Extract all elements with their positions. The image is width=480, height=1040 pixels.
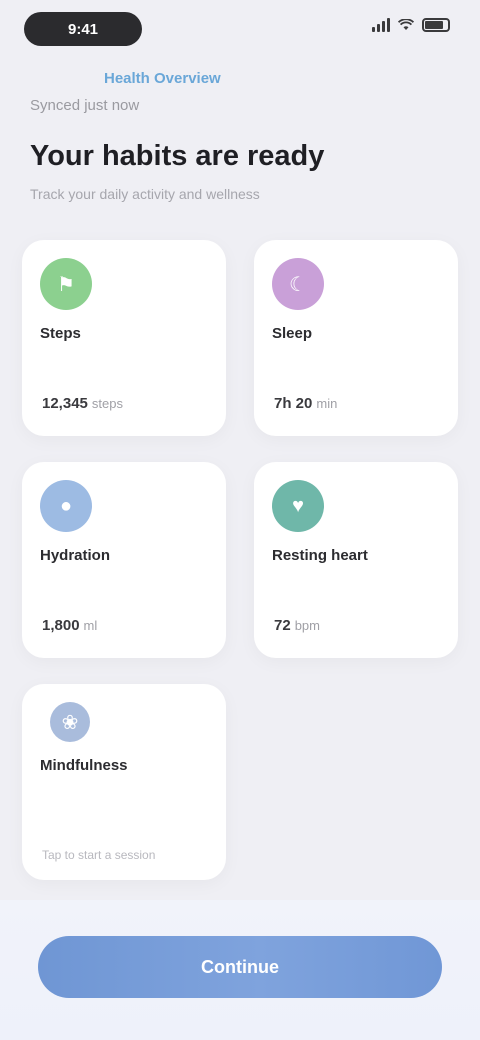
card-title: Steps: [40, 325, 81, 342]
page-title: Your habits are ready: [30, 140, 325, 172]
card-unit: steps: [91, 396, 123, 411]
wifi-icon: [398, 19, 414, 30]
app-screen: 9:41 Health Overview Synced just now You…: [0, 0, 480, 1040]
card-hydration[interactable]: ● Hydration 1,800 ml: [22, 462, 226, 658]
header-eyebrow[interactable]: Health Overview: [30, 68, 450, 90]
card-value-number: 7h 20: [274, 395, 313, 412]
card-value: 7h 20 min: [274, 395, 337, 412]
card-footer: Tap to start a session: [42, 848, 156, 862]
continue-button[interactable]: Continue: [38, 936, 442, 998]
card-sleep[interactable]: ☾ Sleep 7h 20 min: [254, 240, 458, 436]
card-title: Sleep: [272, 325, 313, 342]
heart-icon: ♥: [272, 480, 324, 532]
card-value-number: 1,800: [42, 617, 80, 634]
card-heart-rate[interactable]: ♥ Resting heart 72 bpm: [254, 462, 458, 658]
card-value: 1,800 ml: [42, 617, 97, 634]
page-header: Health Overview Synced just now Your hab…: [30, 68, 450, 208]
card-title: Hydration: [40, 547, 111, 564]
card-title: Mindfulness: [40, 757, 128, 774]
card-title: Resting heart: [272, 547, 368, 564]
card-value: 12,345 steps: [42, 395, 123, 412]
status-bar: 9:41: [0, 0, 480, 60]
card-unit: ml: [83, 618, 98, 633]
bottom-action-area: Continue: [0, 900, 480, 1040]
status-time: 9:41: [24, 12, 142, 46]
card-value: 72 bpm: [274, 617, 320, 634]
lotus-icon: ❀: [50, 702, 90, 742]
status-center-label: [196, 18, 288, 36]
battery-icon: [422, 18, 450, 32]
signal-icon: [372, 18, 390, 32]
drop-icon: ●: [40, 480, 92, 532]
page-description: Track your daily activity and wellness: [30, 186, 260, 202]
card-steps[interactable]: ⚑ Steps 12,345 steps: [22, 240, 226, 436]
header-subtitle: Synced just now: [30, 97, 140, 114]
card-unit: bpm: [294, 618, 320, 633]
card-value-number: 72: [274, 617, 291, 634]
card-mindfulness[interactable]: ❀ Mindfulness Tap to start a session: [22, 684, 226, 880]
moon-icon: ☾: [272, 258, 324, 310]
card-value-number: 12,345: [42, 395, 88, 412]
metrics-grid: ⚑ Steps 12,345 steps ☾ Sleep 7h 20 min ● H…: [22, 240, 458, 880]
status-icons: [372, 18, 450, 32]
walk-icon: ⚑: [40, 258, 92, 310]
card-unit: min: [316, 396, 338, 411]
